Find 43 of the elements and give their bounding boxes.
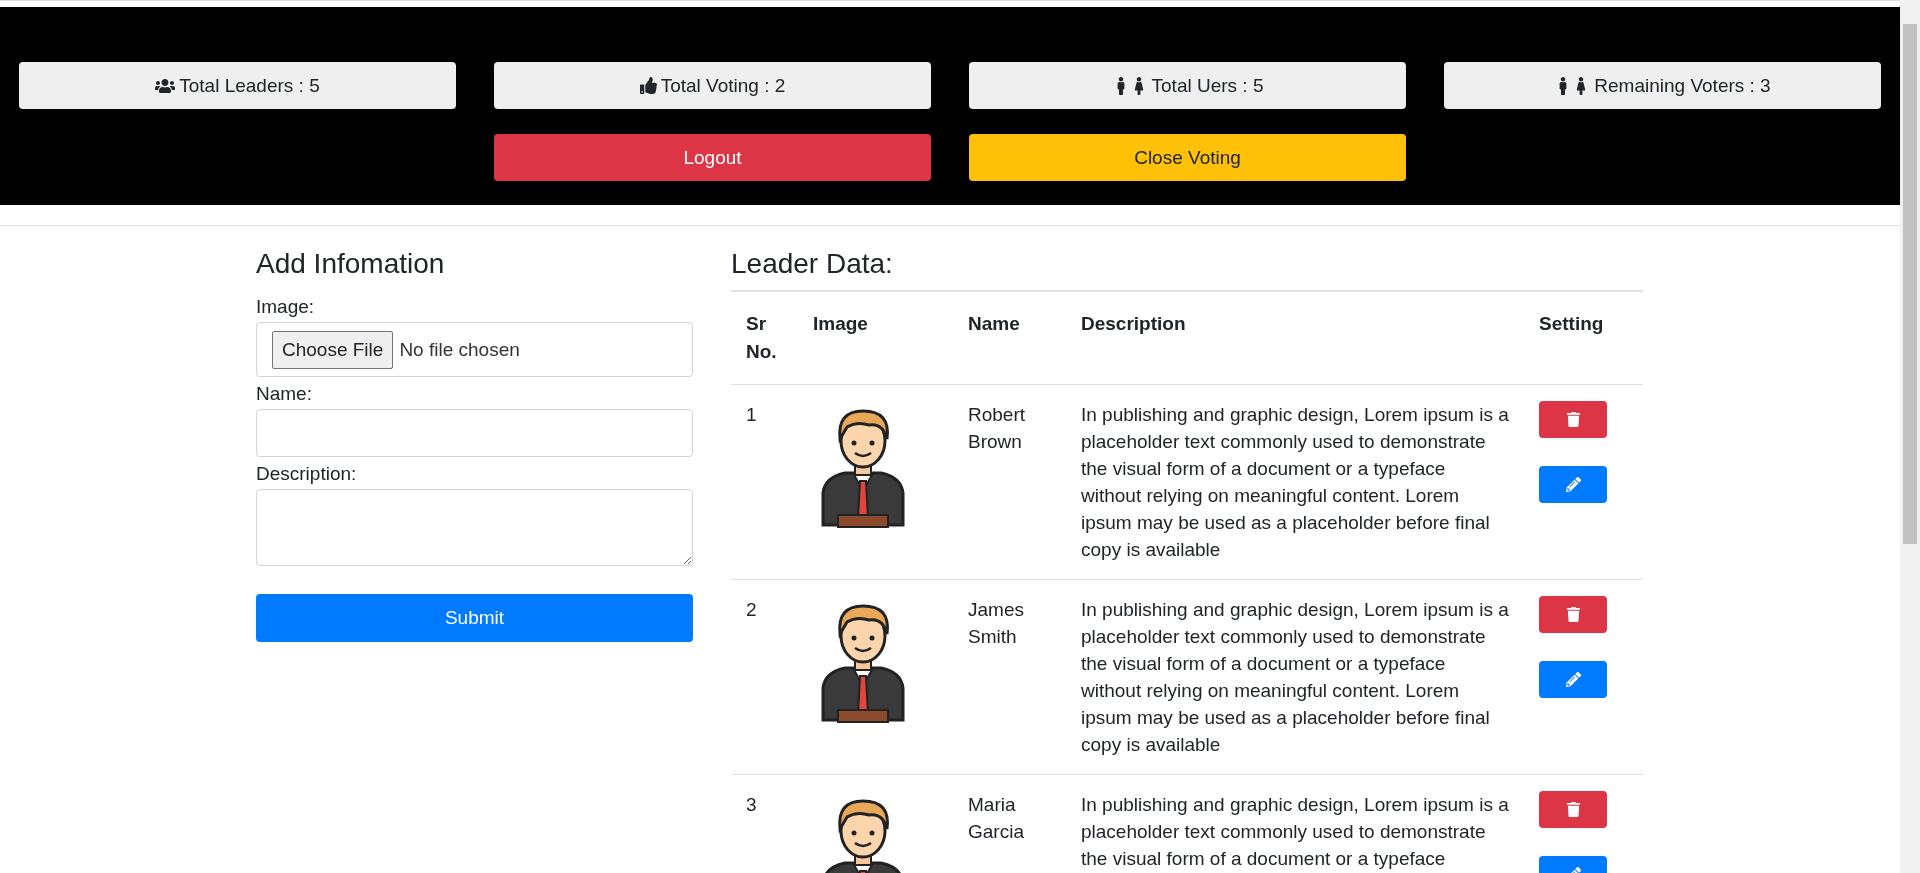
scrollbar[interactable] <box>1900 0 1920 873</box>
close-voting-button[interactable]: Close Voting <box>969 134 1406 181</box>
field-label: Name: <box>256 383 313 405</box>
column-header: Setting <box>1524 291 1643 385</box>
choose-file-button[interactable]: Choose File <box>272 330 394 369</box>
column-header: Sr No. <box>731 291 798 385</box>
trash-icon <box>1565 607 1581 622</box>
pencil-icon <box>1565 477 1581 492</box>
table-cell: In publishing and graphic design, Lorem ipsum is a placeholder text commonly used to demonstrate the visual form of a document or a typeface without relying on meaningful content. Lorem ipsum may be used as a placeholder before final copy is available <box>1066 579 1524 775</box>
delete-button[interactable] <box>1539 401 1607 438</box>
table-cell: 1 <box>731 384 798 580</box>
field-label: Description: <box>256 463 358 485</box>
field-label: Image: <box>256 296 316 318</box>
stat-button[interactable]: Total Voting : 2 <box>494 62 931 109</box>
table-cell: In publishing and graphic design, Lorem ipsum is a placeholder text commonly used to demonstrate the visual form of a document or a typeface <box>1066 774 1524 873</box>
file-input[interactable]: Choose File No file chosen <box>256 322 693 377</box>
delete-button[interactable] <box>1539 596 1607 633</box>
table-cell: In publishing and graphic design, Lorem ipsum is a placeholder text commonly used to demonstrate the visual form of a document or a typeface without relying on meaningful content. Lorem ipsum may be used as a placeholder before final copy is available <box>1066 384 1524 580</box>
table-title: Leader Data: <box>731 248 894 280</box>
file-status: No file chosen <box>399 338 520 361</box>
stat-button[interactable]: Total Uers : 5 <box>969 62 1406 109</box>
logout-button[interactable]: Logout <box>494 134 931 181</box>
column-header: Image <box>798 291 953 385</box>
table-cell: Robert Brown <box>953 384 1066 580</box>
stat-button[interactable]: Total Leaders : 5 <box>19 62 456 109</box>
column-header: Description <box>1066 291 1524 385</box>
table-cell: Maria Garcia <box>953 774 1066 873</box>
name-input[interactable] <box>256 409 693 457</box>
trash-icon <box>1565 412 1581 427</box>
form-title: Add Infomation <box>256 248 446 280</box>
table-cell: 2 <box>731 579 798 775</box>
edit-button[interactable] <box>1539 466 1607 503</box>
table-cell: 3 <box>731 774 798 873</box>
description-input[interactable] <box>256 489 693 566</box>
delete-button[interactable] <box>1539 791 1607 828</box>
thumbs-up-icon <box>639 77 657 94</box>
trash-icon <box>1565 802 1581 817</box>
pencil-icon <box>1565 672 1581 687</box>
stat-button[interactable]: Remaining Voters : 3 <box>1444 62 1881 109</box>
submit-button[interactable]: Submit <box>256 594 693 642</box>
table-cell: James Smith <box>953 579 1066 775</box>
column-header: Name <box>953 291 1066 385</box>
edit-button[interactable] <box>1539 661 1607 698</box>
